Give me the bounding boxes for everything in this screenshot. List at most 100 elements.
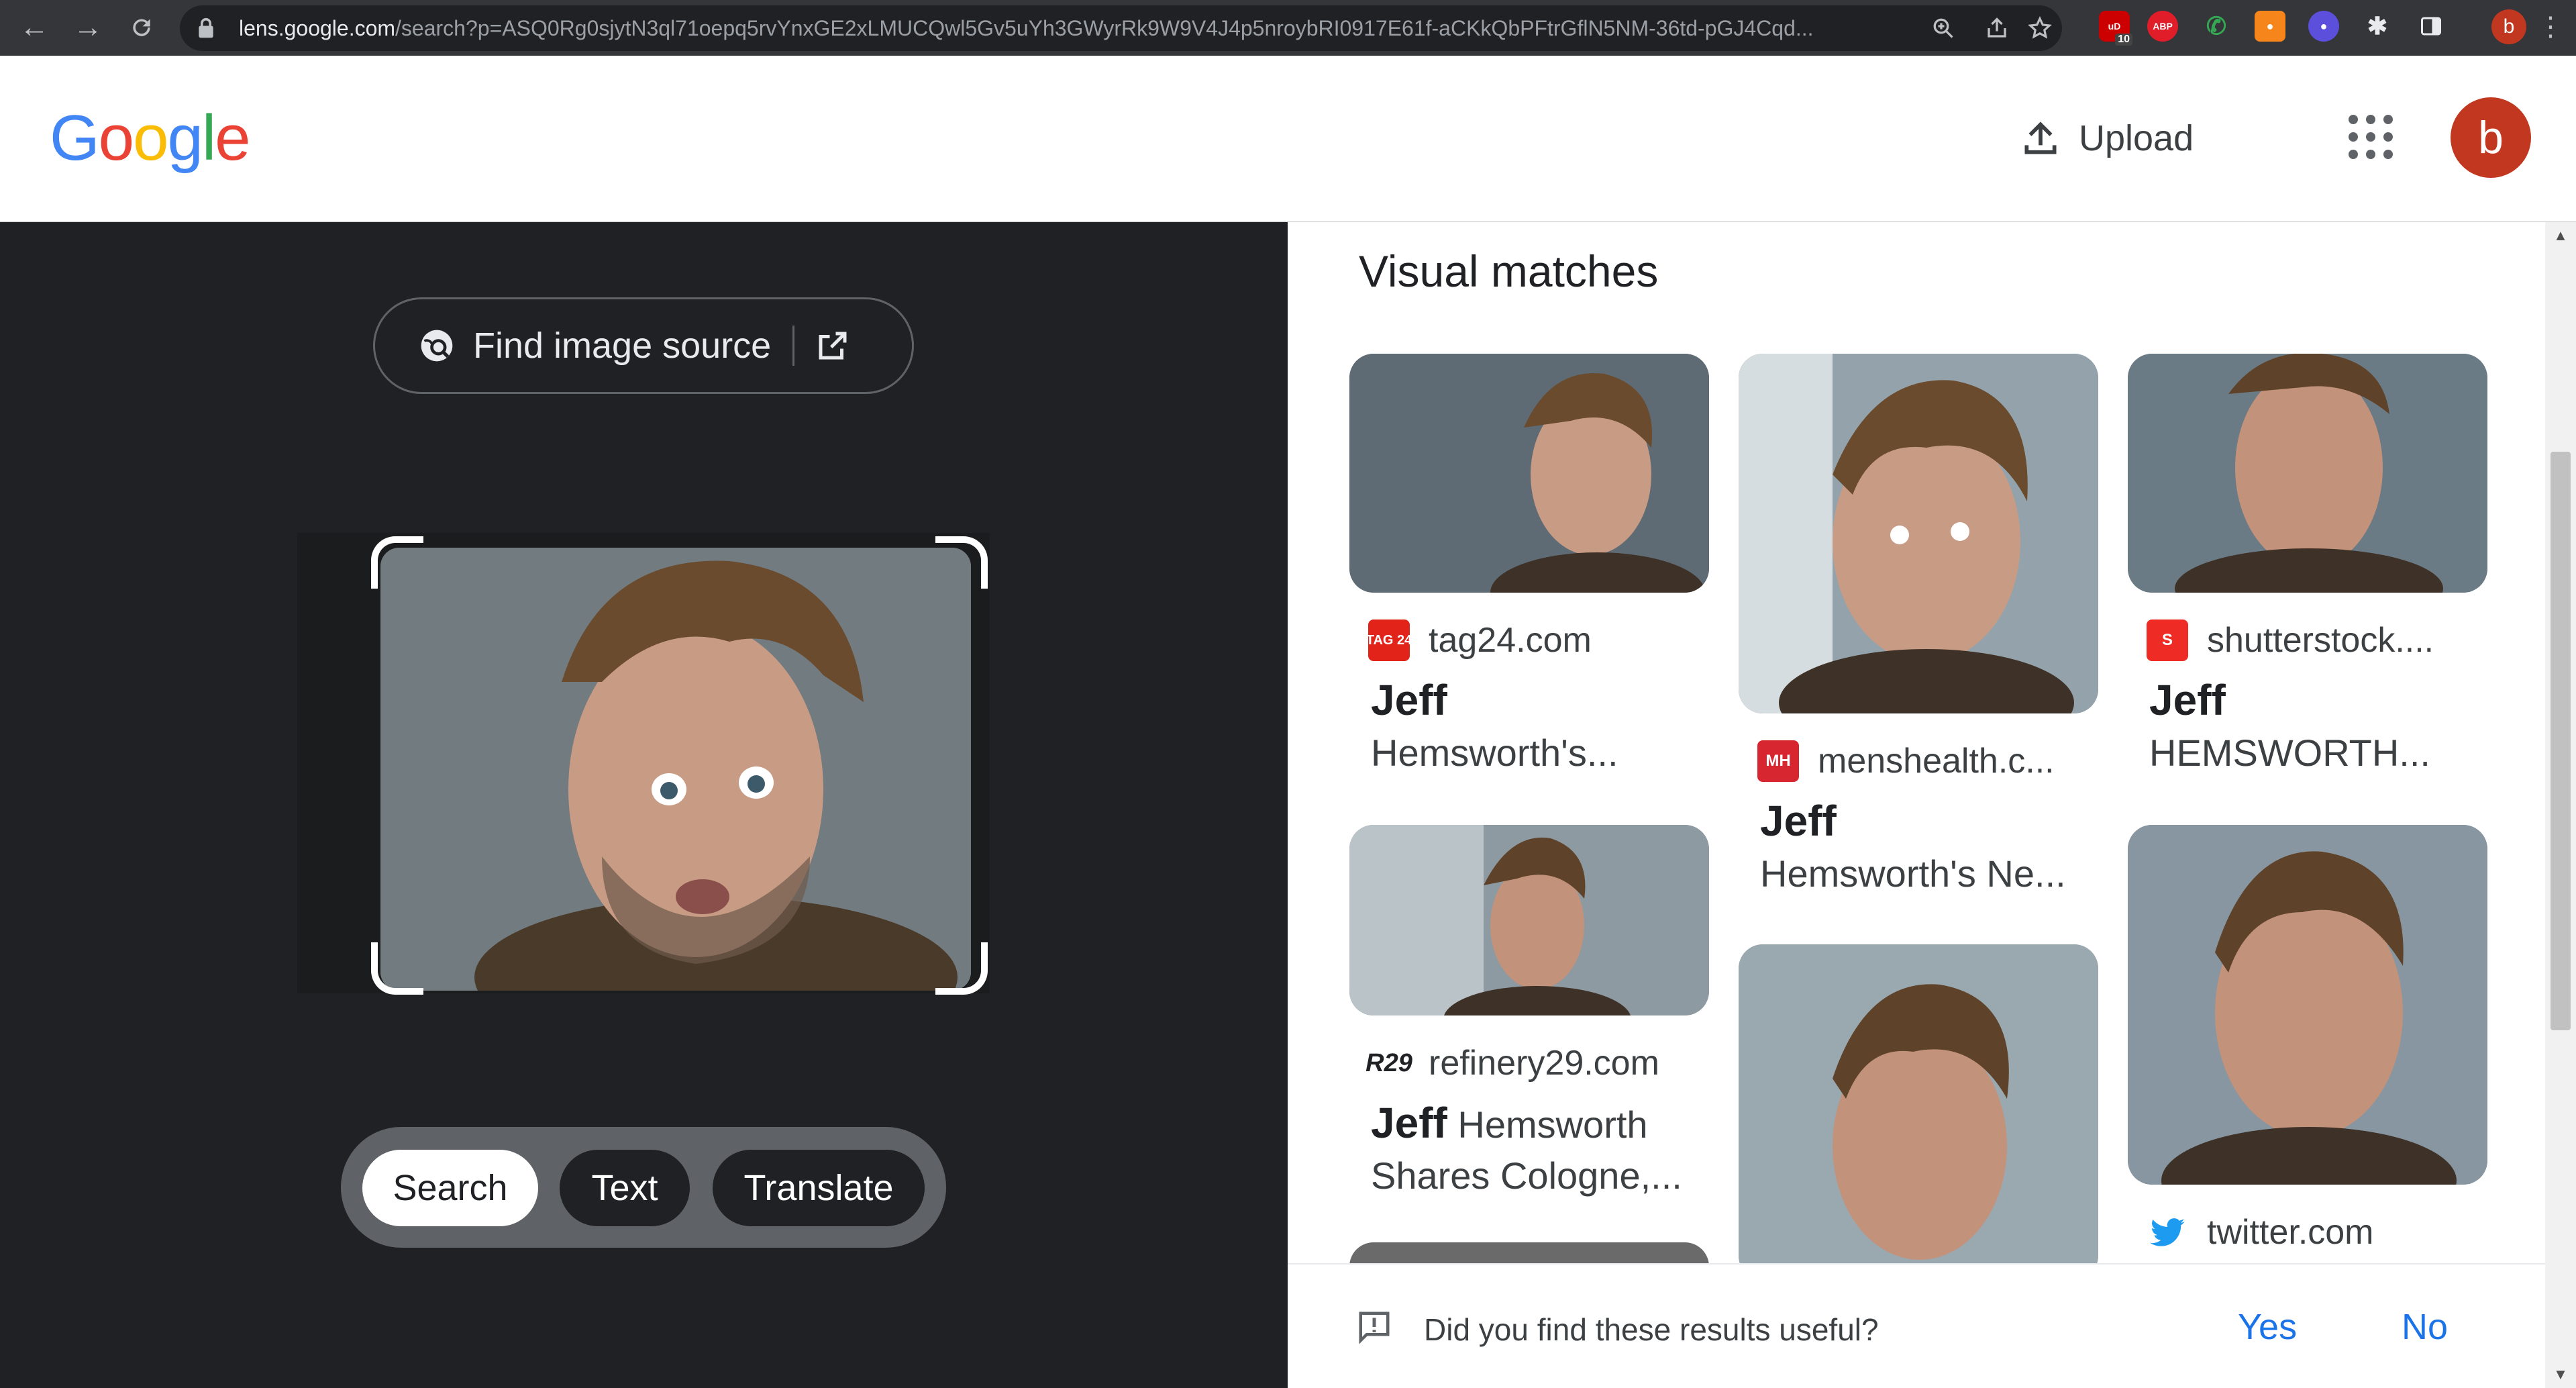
visual-matches-heading: Visual matches — [1359, 246, 1659, 296]
result-title[interactable]: Jeff HEMSWORTH... — [2149, 675, 2487, 779]
profile-avatar[interactable]: b — [2491, 9, 2526, 44]
query-photo — [380, 548, 971, 991]
google-logo[interactable]: Google — [50, 101, 251, 175]
source-domain: menshealth.c... — [1818, 742, 2055, 781]
result-card[interactable]: R29 refinery29.com Jeff Hemsworth Shares… — [1349, 825, 1709, 1201]
feedback-yes-button[interactable]: Yes — [2238, 1306, 2297, 1348]
result-source[interactable]: R29 refinery29.com — [1366, 1042, 1709, 1084]
title-rest: HEMSWORTH... — [2149, 732, 2430, 774]
logo-letter: o — [98, 102, 134, 174]
address-bar[interactable]: lens.google.com/search?p=ASQ0Rg0sjytN3ql… — [180, 5, 2062, 51]
logo-letter: g — [167, 102, 203, 174]
metamask-icon[interactable]: ● — [2255, 11, 2285, 42]
menshealth-favicon-icon: MH — [1757, 740, 1799, 782]
title-bold: Jeff — [1371, 1099, 1447, 1147]
upload-button[interactable]: Upload — [2020, 108, 2194, 168]
more-menu-icon[interactable]: ⋮ — [2537, 9, 2564, 44]
lens-image-panel: Find image source Search Text Translate — [0, 222, 1288, 1388]
back-button[interactable]: ← — [13, 7, 55, 48]
result-thumbnail[interactable] — [1349, 354, 1709, 593]
find-image-source-button[interactable]: Find image source — [373, 297, 914, 394]
open-in-new-icon — [819, 332, 847, 360]
refinery29-favicon-icon: R29 — [1366, 1048, 1412, 1077]
title-bold: Jeff — [1371, 676, 1447, 724]
visual-matches-panel: Visual matches TAG 24 tag24.com Jeff Hems… — [1288, 222, 2545, 1388]
source-domain: tag24.com — [1429, 621, 1592, 660]
result-source[interactable]: MH menshealth.c... — [1757, 740, 2098, 782]
result-thumbnail[interactable] — [2128, 354, 2487, 593]
ublock-extension-icon[interactable]: 10 uD — [2099, 11, 2132, 46]
url-text: lens.google.com/search?p=ASQ0Rg0sjytN3ql… — [239, 16, 1814, 40]
feedback-no-button[interactable]: No — [2402, 1306, 2448, 1348]
scrollbar-thumb[interactable] — [2551, 452, 2571, 1030]
feedback-icon — [1359, 1311, 1390, 1344]
forward-button[interactable]: → — [67, 7, 109, 48]
logo-letter: o — [133, 102, 168, 174]
title-bold: Jeff — [2149, 676, 2226, 724]
result-title[interactable]: Jeff Hemsworth's... — [1371, 675, 1709, 779]
phone-extension-icon[interactable]: ✆ — [2201, 11, 2232, 42]
source-domain: shutterstock.... — [2207, 621, 2434, 660]
result-card[interactable]: MH menshealth.c... Jeff Hemsworth's Ne... — [1739, 354, 2098, 899]
account-avatar[interactable]: b — [2451, 97, 2531, 178]
browser-toolbar: ← → lens.google.com/search?p=ASQ0Rg0sjyt… — [0, 0, 2576, 56]
source-domain: refinery29.com — [1429, 1044, 1659, 1083]
feedback-bar: Did you find these results useful? Yes N… — [1288, 1263, 2545, 1388]
divider — [792, 326, 795, 366]
abp-label: ABP — [2153, 21, 2173, 32]
crop-handle-top-left[interactable] — [371, 536, 423, 589]
twitter-icon — [2150, 1218, 2185, 1246]
source-domain: twitter.com — [2207, 1213, 2374, 1252]
extension-purple-icon[interactable]: ● — [2308, 11, 2339, 42]
result-source[interactable]: S shutterstock.... — [2147, 619, 2487, 661]
result-card[interactable]: twitter.com — [2128, 825, 2487, 1253]
result-thumbnail[interactable] — [2128, 825, 2487, 1185]
lock-icon — [199, 17, 213, 38]
scroll-up-arrow[interactable]: ▲ — [2545, 222, 2576, 249]
share-icon[interactable] — [1983, 15, 2010, 42]
result-thumbnail[interactable] — [1349, 825, 1709, 1015]
reload-button[interactable] — [121, 7, 162, 48]
side-panel-icon[interactable] — [2416, 11, 2446, 42]
result-title[interactable]: Jeff Hemsworth Shares Cologne,... — [1371, 1097, 1709, 1201]
puzzle-icon[interactable]: ✱ — [2362, 11, 2393, 42]
title-rest: Hemsworth's Ne... — [1760, 852, 2066, 895]
google-apps-icon[interactable] — [2349, 115, 2393, 159]
shutterstock-favicon-icon: S — [2147, 619, 2188, 661]
result-thumbnail[interactable] — [1739, 354, 2098, 713]
crop-handle-bottom-right[interactable] — [935, 942, 988, 995]
logo-letter: G — [50, 102, 100, 174]
lens-mode-switch: Search Text Translate — [341, 1127, 946, 1248]
zoom-icon[interactable] — [1930, 15, 1957, 42]
bookmark-star-icon[interactable] — [2026, 15, 2053, 42]
mode-text-button[interactable]: Text — [560, 1150, 690, 1226]
results-scrollbar[interactable]: ▲ ▼ — [2545, 222, 2576, 1388]
upload-label: Upload — [2079, 118, 2194, 158]
result-source[interactable]: TAG 24 tag24.com — [1366, 619, 1709, 661]
crop-handle-top-right[interactable] — [935, 536, 988, 589]
tag24-favicon-icon: TAG 24 — [1366, 619, 1412, 661]
crop-handle-bottom-left[interactable] — [371, 942, 423, 995]
result-card[interactable]: S shutterstock.... Jeff HEMSWORTH... — [2128, 354, 2487, 779]
google-header: Google Upload b — [0, 56, 2576, 222]
upload-icon — [2024, 121, 2057, 154]
extension-badge: 10 — [2115, 34, 2132, 46]
result-title[interactable]: Jeff Hemsworth's Ne... — [1760, 795, 2098, 899]
reload-icon — [133, 19, 150, 36]
scroll-down-arrow[interactable]: ▼ — [2545, 1361, 2576, 1388]
mode-translate-button[interactable]: Translate — [713, 1150, 925, 1226]
mode-search-button[interactable]: Search — [362, 1150, 538, 1226]
feedback-question: Did you find these results useful? — [1424, 1312, 1879, 1347]
result-source[interactable]: twitter.com — [2147, 1211, 2487, 1253]
query-image — [297, 533, 990, 993]
logo-letter: e — [215, 102, 250, 174]
adblock-plus-icon[interactable]: ABP — [2147, 11, 2178, 42]
result-thumbnail[interactable] — [1739, 944, 2098, 1280]
lens-search-icon — [421, 330, 453, 362]
title-rest: Hemsworth's... — [1371, 732, 1618, 774]
find-image-source-label: Find image source — [473, 326, 772, 366]
result-card[interactable]: TAG 24 tag24.com Jeff Hemsworth's... — [1349, 354, 1709, 779]
result-card[interactable] — [1739, 944, 2098, 1280]
logo-letter: l — [201, 102, 216, 174]
title-bold: Jeff — [1760, 797, 1837, 845]
